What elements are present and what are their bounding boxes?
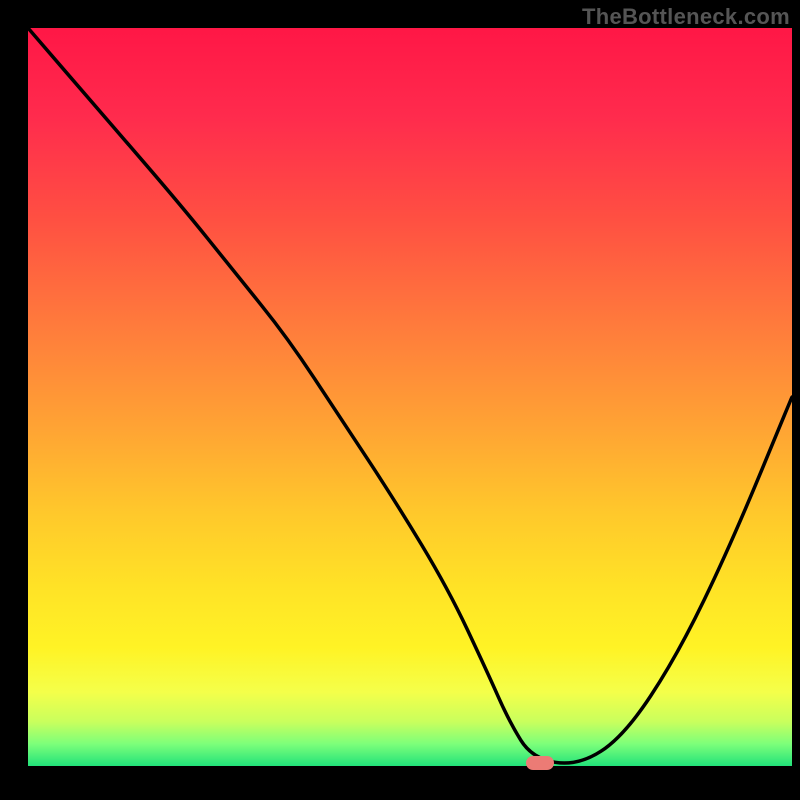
bottleneck-curve-path: [28, 28, 792, 763]
watermark-text: TheBottleneck.com: [582, 4, 790, 30]
curve-svg: [28, 28, 792, 766]
plot-area: [28, 28, 792, 766]
chart-frame: TheBottleneck.com: [0, 0, 800, 800]
optimum-marker: [526, 756, 554, 770]
